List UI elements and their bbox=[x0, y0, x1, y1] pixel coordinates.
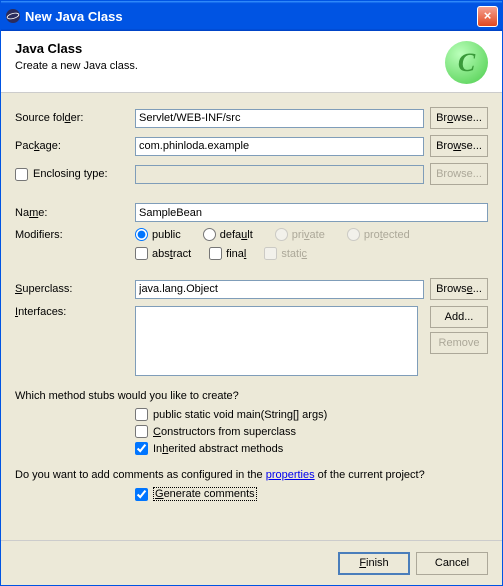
browse-enclosing-button: Browse... bbox=[430, 163, 488, 185]
package-input[interactable] bbox=[135, 137, 424, 156]
modifier-static-checkbox: static bbox=[264, 247, 307, 260]
class-icon: C bbox=[445, 41, 488, 84]
interfaces-listbox[interactable] bbox=[135, 306, 418, 376]
cancel-button[interactable]: Cancel bbox=[416, 552, 488, 575]
modifier-private-radio: private bbox=[275, 228, 325, 241]
dialog-footer: Finish Cancel bbox=[1, 540, 502, 585]
comments-question: Do you want to add comments as configure… bbox=[15, 469, 488, 481]
browse-package-button[interactable]: Browse... bbox=[430, 135, 488, 157]
titlebar: New Java Class × bbox=[1, 1, 502, 31]
generate-comments-checkbox[interactable]: Generate comments bbox=[135, 487, 488, 501]
superclass-input[interactable] bbox=[135, 280, 424, 299]
remove-interface-button: Remove bbox=[430, 332, 488, 354]
stub-main-checkbox[interactable]: public static void main(String[] args) bbox=[135, 408, 488, 421]
stub-inherited-checkbox[interactable]: Inherited abstract methods bbox=[135, 442, 488, 455]
source-folder-label: Source folder: bbox=[15, 112, 135, 124]
name-input[interactable] bbox=[135, 203, 488, 222]
modifier-public-radio[interactable]: public bbox=[135, 228, 181, 241]
modifier-abstract-checkbox[interactable]: abstract bbox=[135, 247, 191, 260]
browse-source-button[interactable]: Browse... bbox=[430, 107, 488, 129]
dialog-header: Java Class Create a new Java class. C bbox=[1, 31, 502, 93]
package-label: Package: bbox=[15, 140, 135, 152]
enclosing-type-checkbox[interactable]: Enclosing type: bbox=[15, 168, 135, 181]
finish-button[interactable]: Finish bbox=[338, 552, 410, 575]
header-title: Java Class bbox=[15, 41, 488, 56]
name-label: Name: bbox=[15, 207, 135, 219]
enclosing-type-input bbox=[135, 165, 424, 184]
modifier-default-radio[interactable]: default bbox=[203, 228, 253, 241]
stub-constructors-checkbox[interactable]: Constructors from superclass bbox=[135, 425, 488, 438]
close-button[interactable]: × bbox=[477, 6, 498, 27]
modifiers-label: Modifiers: bbox=[15, 229, 135, 241]
add-interface-button[interactable]: Add... bbox=[430, 306, 488, 328]
header-description: Create a new Java class. bbox=[15, 60, 488, 72]
eclipse-icon bbox=[5, 8, 21, 24]
modifier-final-checkbox[interactable]: final bbox=[209, 247, 246, 260]
superclass-label: Superclass: bbox=[15, 283, 135, 295]
properties-link[interactable]: properties bbox=[266, 469, 315, 481]
source-folder-input[interactable] bbox=[135, 109, 424, 128]
browse-superclass-button[interactable]: Browse... bbox=[430, 278, 488, 300]
modifier-protected-radio: protected bbox=[347, 228, 410, 241]
stubs-question: Which method stubs would you like to cre… bbox=[15, 390, 488, 402]
window-title: New Java Class bbox=[25, 9, 477, 24]
interfaces-label: Interfaces: bbox=[15, 306, 135, 318]
